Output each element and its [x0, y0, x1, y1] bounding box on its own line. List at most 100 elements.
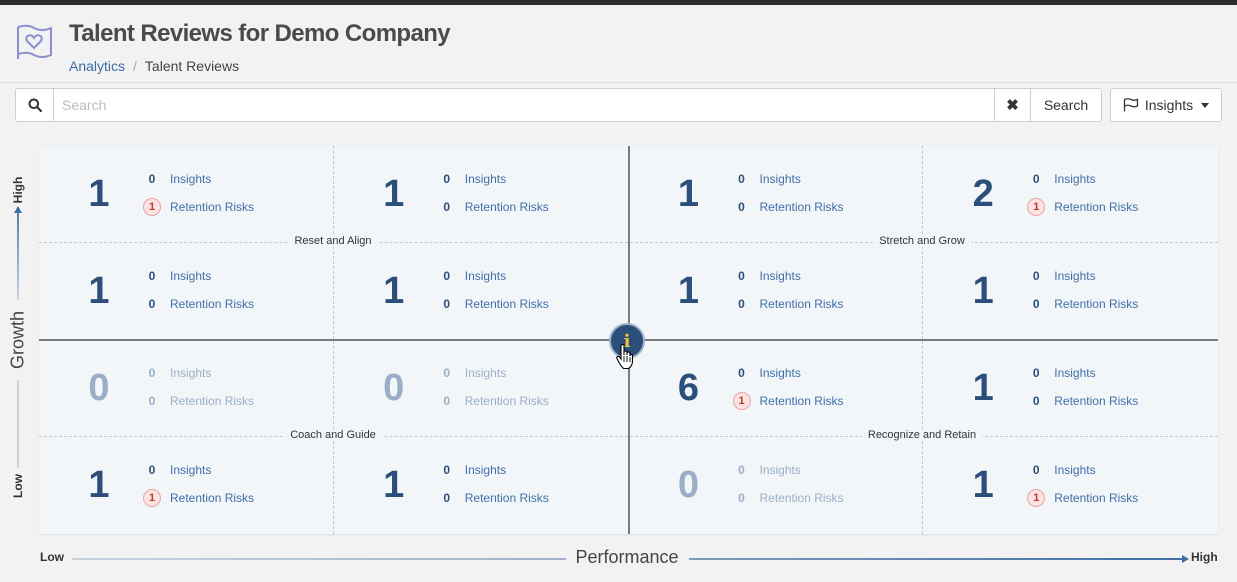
retention-risks-count: 0	[738, 491, 745, 505]
cell-employee-count[interactable]: 1	[79, 464, 119, 507]
grid-cell[interactable]: 1 0 Insights 1 Retention Risks	[923, 437, 1218, 534]
grid-cell[interactable]: 1 0 Insights 0 Retention Risks	[334, 437, 629, 534]
cell-employee-count[interactable]: 0	[669, 464, 709, 507]
insights-stat[interactable]: 0 Insights	[438, 267, 618, 285]
insights-count: 0	[148, 366, 156, 380]
quadrant-label-reset-and-align: Reset and Align	[288, 235, 378, 247]
insights-dropdown[interactable]: Insights	[1110, 88, 1222, 122]
insights-label: Insights	[170, 366, 212, 380]
retention-risks-stat[interactable]: 0 Retention Risks	[143, 392, 323, 410]
retention-risks-stat[interactable]: 0 Retention Risks	[438, 198, 618, 216]
grid-cell[interactable]: 2 0 Insights 1 Retention Risks	[923, 146, 1218, 243]
insights-stat[interactable]: 0 Insights	[143, 267, 323, 285]
insights-stat[interactable]: 0 Insights	[143, 364, 323, 382]
cell-employee-count[interactable]: 1	[374, 173, 414, 216]
insights-stat[interactable]: 0 Insights	[1027, 267, 1207, 285]
retention-risks-stat[interactable]: 1 Retention Risks	[1027, 489, 1207, 507]
cell-employee-count[interactable]: 2	[963, 173, 1003, 216]
cell-employee-count[interactable]: 1	[963, 270, 1003, 313]
grid-cell[interactable]: 6 0 Insights 1 Retention Risks	[629, 340, 924, 437]
cell-employee-count[interactable]: 0	[79, 367, 119, 410]
grid-cell[interactable]: 0 0 Insights 0 Retention Risks	[629, 437, 924, 534]
cell-employee-count[interactable]: 1	[374, 464, 414, 507]
insights-count: 0	[443, 269, 451, 283]
breadcrumb: Analytics / Talent Reviews	[69, 58, 239, 74]
retention-risks-stat[interactable]: 1 Retention Risks	[143, 489, 323, 507]
grid-cell[interactable]: 1 0 Insights 0 Retention Risks	[39, 243, 334, 340]
retention-risks-stat[interactable]: 0 Retention Risks	[1027, 392, 1207, 410]
clear-search-button[interactable]: ✖	[995, 88, 1031, 122]
retention-risks-stat[interactable]: 0 Retention Risks	[733, 489, 913, 507]
breadcrumb-current: Talent Reviews	[144, 58, 240, 74]
retention-risks-label: Retention Risks	[1054, 297, 1139, 311]
retention-risks-stat[interactable]: 0 Retention Risks	[438, 392, 618, 410]
retention-risks-stat[interactable]: 0 Retention Risks	[143, 295, 323, 313]
insights-stat[interactable]: 0 Insights	[733, 267, 913, 285]
insights-stat[interactable]: 0 Insights	[438, 461, 618, 479]
grid-cell[interactable]: 1 0 Insights 0 Retention Risks	[334, 243, 629, 340]
grid-cell[interactable]: 0 0 Insights 0 Retention Risks	[334, 340, 629, 437]
retention-risks-count: 0	[1032, 297, 1040, 311]
cell-employee-count[interactable]: 1	[963, 367, 1003, 410]
retention-risks-stat[interactable]: 1 Retention Risks	[732, 392, 913, 410]
retention-risks-stat[interactable]: 0 Retention Risks	[438, 295, 618, 313]
retention-risk-badge: 1	[1027, 489, 1046, 507]
cell-employee-count[interactable]: 1	[963, 464, 1003, 507]
insights-label: Insights	[170, 463, 212, 477]
insights-stat[interactable]: 0 Insights	[143, 170, 323, 188]
insights-stat[interactable]: 0 Insights	[733, 170, 913, 188]
grid-cell[interactable]: 0 0 Insights 0 Retention Risks	[39, 340, 334, 437]
cell-employee-count[interactable]: 0	[374, 367, 414, 410]
page-header: Talent Reviews for Demo Company Analytic…	[0, 5, 1237, 83]
insights-label: Insights	[759, 269, 801, 283]
x-axis-high-label: High	[1191, 550, 1218, 564]
breadcrumb-analytics-link[interactable]: Analytics	[69, 58, 125, 74]
grid-cell[interactable]: 1 0 Insights 1 Retention Risks	[39, 437, 334, 534]
cell-employee-count[interactable]: 1	[669, 173, 709, 216]
grid-cell[interactable]: 1 0 Insights 0 Retention Risks	[923, 340, 1218, 437]
search-icon-button[interactable]	[15, 88, 54, 122]
grid-cell[interactable]: 1 0 Insights 0 Retention Risks	[923, 243, 1218, 340]
x-axis-low-label: Low	[40, 550, 64, 564]
cell-employee-count[interactable]: 1	[374, 270, 414, 313]
retention-risk-badge: 1	[732, 392, 751, 410]
grid-cell[interactable]: 1 0 Insights 0 Retention Risks	[334, 146, 629, 243]
insights-stat[interactable]: 0 Insights	[733, 461, 913, 479]
retention-risks-count: 0	[738, 297, 745, 311]
retention-risks-label: Retention Risks	[170, 200, 255, 214]
insights-stat[interactable]: 0 Insights	[1027, 170, 1207, 188]
flag-icon	[1123, 98, 1139, 112]
insights-stat[interactable]: 0 Insights	[1027, 461, 1207, 479]
grid-cell[interactable]: 1 0 Insights 0 Retention Risks	[629, 243, 924, 340]
retention-risks-label: Retention Risks	[170, 297, 255, 311]
retention-risks-stat[interactable]: 0 Retention Risks	[438, 489, 618, 507]
grid-cell[interactable]: 1 0 Insights 1 Retention Risks	[39, 146, 334, 243]
insights-count: 0	[148, 172, 156, 186]
search-button[interactable]: Search	[1031, 88, 1102, 122]
cell-employee-count[interactable]: 6	[669, 367, 709, 410]
cell-employee-count[interactable]: 1	[79, 270, 119, 313]
retention-risks-stat[interactable]: 0 Retention Risks	[733, 198, 913, 216]
x-axis-arrow-icon	[1182, 555, 1189, 563]
insights-stat[interactable]: 0 Insights	[143, 461, 323, 479]
insights-count: 0	[1032, 463, 1040, 477]
retention-risks-stat[interactable]: 1 Retention Risks	[143, 198, 323, 216]
quadrant-label-recognize-and-retain: Recognize and Retain	[861, 429, 983, 441]
insights-stat[interactable]: 0 Insights	[438, 170, 618, 188]
insights-stat[interactable]: 0 Insights	[1027, 364, 1207, 382]
retention-risks-count: 0	[443, 491, 451, 505]
insights-count: 0	[443, 366, 451, 380]
retention-risks-stat[interactable]: 0 Retention Risks	[733, 295, 913, 313]
retention-risks-count: 0	[443, 297, 451, 311]
insights-stat[interactable]: 0 Insights	[733, 364, 913, 382]
retention-risks-stat[interactable]: 0 Retention Risks	[1027, 295, 1207, 313]
cell-employee-count[interactable]: 1	[669, 270, 709, 313]
y-axis-line	[17, 380, 19, 468]
grid-cell[interactable]: 1 0 Insights 0 Retention Risks	[629, 146, 924, 243]
retention-risks-stat[interactable]: 1 Retention Risks	[1027, 198, 1207, 216]
retention-risks-count: 0	[738, 200, 745, 214]
cell-employee-count[interactable]: 1	[79, 173, 119, 216]
insights-stat[interactable]: 0 Insights	[438, 364, 618, 382]
search-input[interactable]	[54, 88, 995, 122]
retention-risks-label: Retention Risks	[170, 394, 255, 408]
